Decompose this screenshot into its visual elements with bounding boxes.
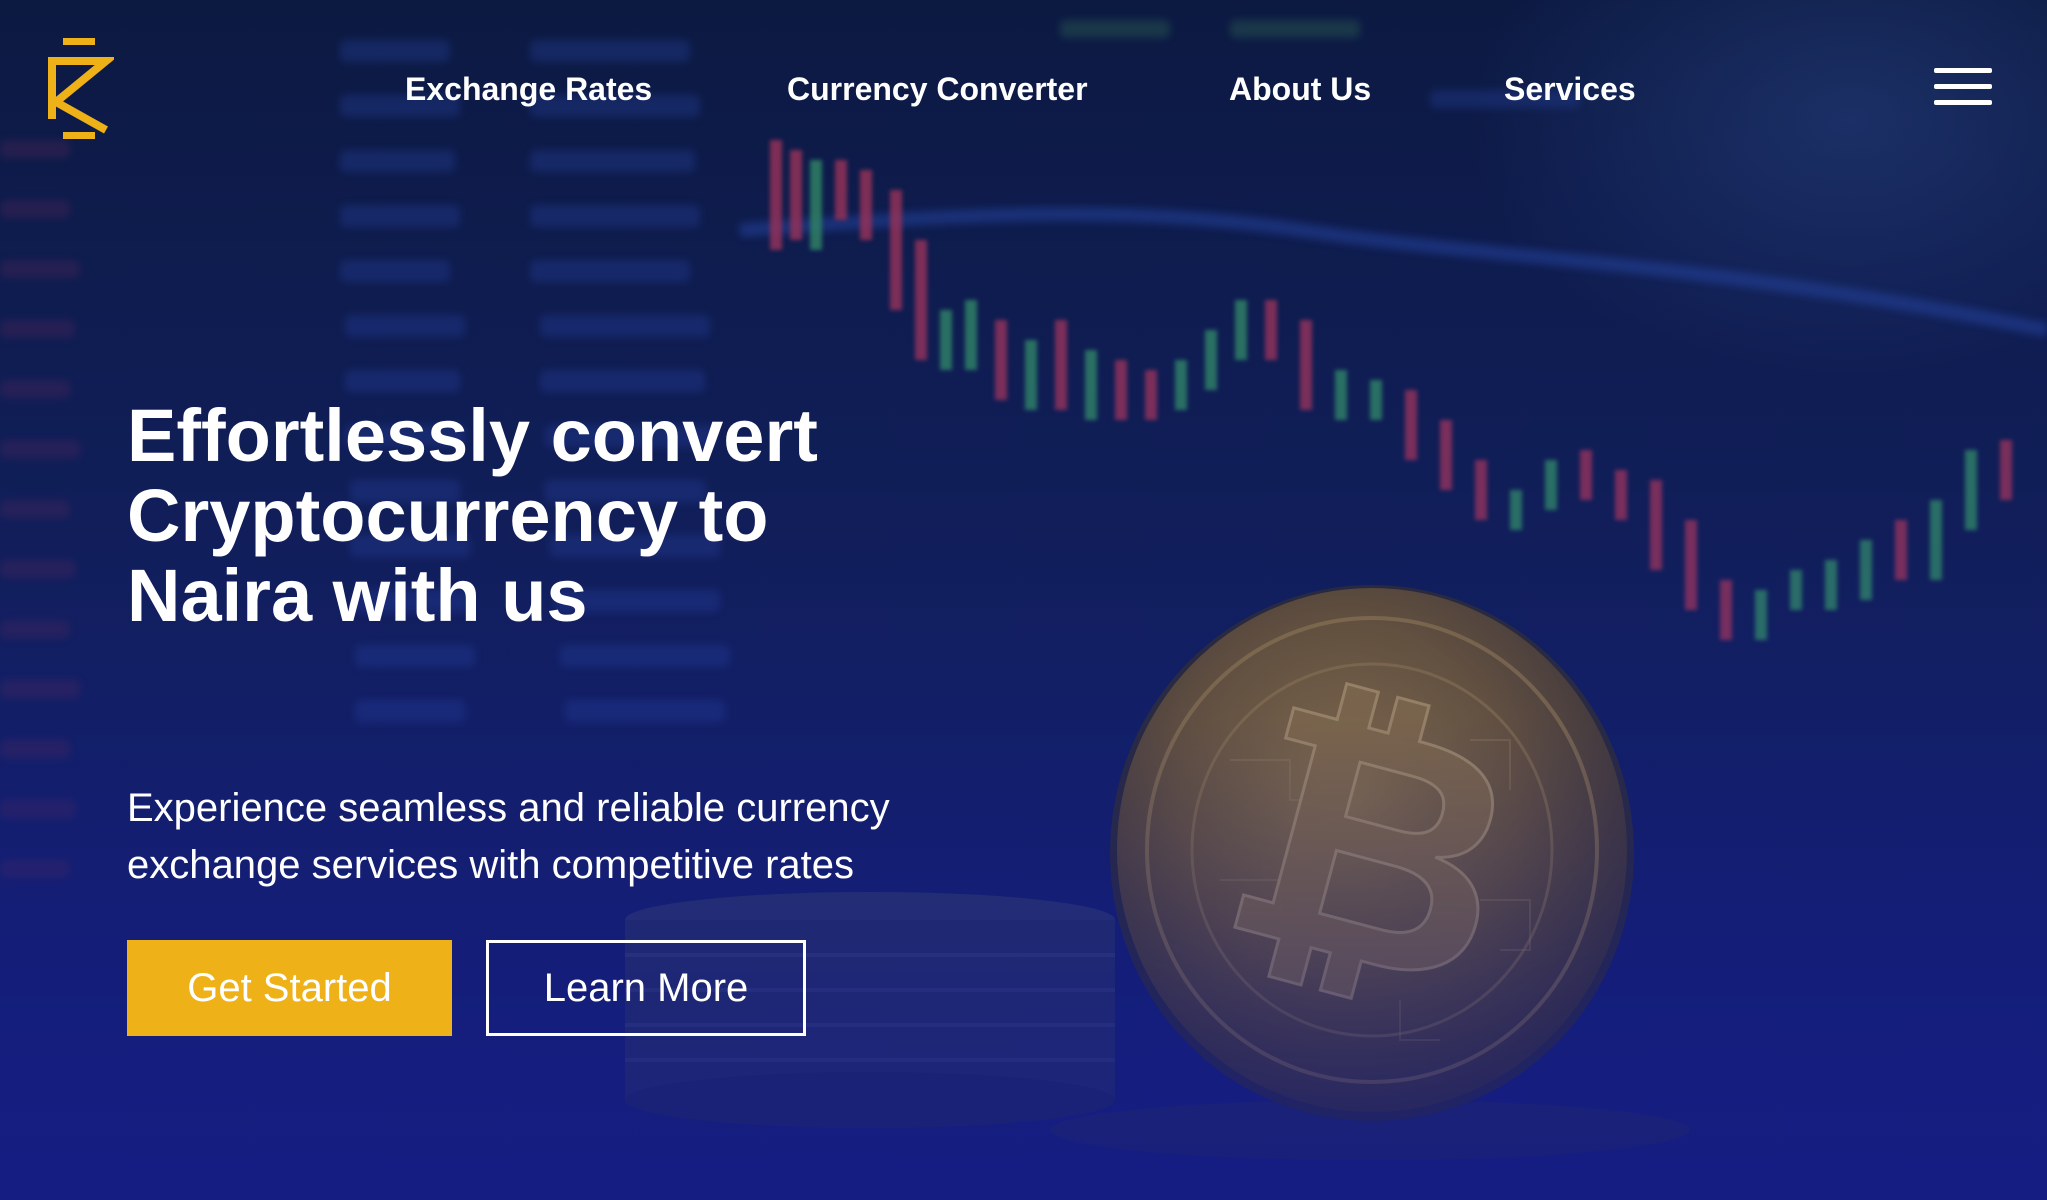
hero-headline: Effortlessly convert Cryptocurrency to N… (127, 394, 818, 637)
hamburger-line (1934, 68, 1992, 73)
get-started-button[interactable]: Get Started (127, 940, 452, 1036)
nav-services[interactable]: Services (1504, 66, 1636, 112)
nav-currency-converter[interactable]: Currency Converter (787, 66, 1088, 112)
hamburger-line (1934, 100, 1992, 105)
learn-more-button[interactable]: Learn More (486, 940, 806, 1036)
nav-about-us[interactable]: About Us (1229, 66, 1371, 112)
main-nav: Exchange Rates Currency Converter About … (0, 66, 2047, 112)
hamburger-line (1934, 84, 1992, 89)
hero-subtitle: Experience seamless and reliable currenc… (127, 786, 890, 887)
hero-section: ₿ Exchange Rates Currency Converter Abou… (0, 0, 2047, 1200)
hamburger-menu-icon[interactable] (1934, 66, 1992, 108)
nav-exchange-rates[interactable]: Exchange Rates (405, 66, 652, 112)
